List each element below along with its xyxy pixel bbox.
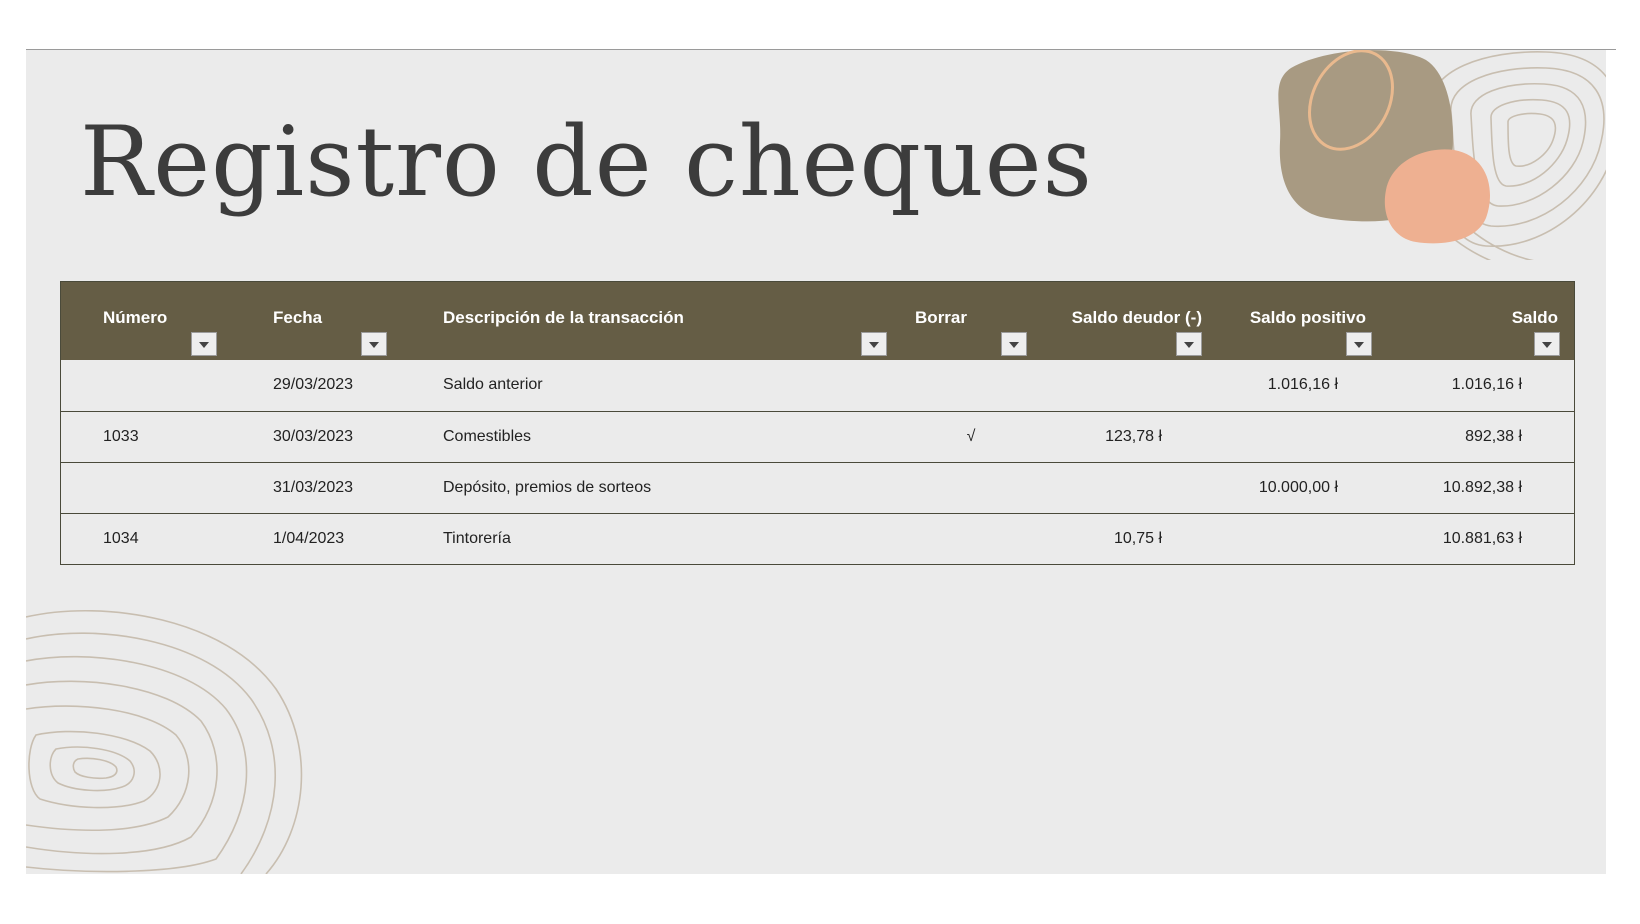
cell-description[interactable]: Saldo anterior (401, 360, 901, 411)
filter-dropdown-icon[interactable] (861, 332, 887, 356)
cell-balance[interactable]: 10.881,63 ł (1386, 514, 1574, 564)
column-header-balance[interactable]: Saldo (1386, 282, 1574, 360)
cell-debit[interactable]: 10,75 ł (1041, 514, 1216, 564)
column-header-label: Fecha (273, 308, 323, 327)
cell-date[interactable]: 1/04/2023 (231, 514, 401, 564)
cell-number[interactable]: 1034 (61, 514, 231, 564)
cell-description[interactable]: Comestibles (401, 412, 901, 462)
cell-date[interactable]: 30/03/2023 (231, 412, 401, 462)
filter-dropdown-icon[interactable] (191, 332, 217, 356)
table-header-row: Número Fecha Descripción de la transacci… (61, 282, 1574, 360)
cell-cleared[interactable] (901, 514, 1041, 564)
column-header-label: Descripción de la transacción (443, 308, 684, 327)
table-body: 29/03/2023 Saldo anterior 1.016,16 ł 1.0… (61, 360, 1574, 564)
column-header-label: Borrar (915, 308, 967, 327)
column-header-cleared[interactable]: Borrar (901, 282, 1041, 360)
table-row: 1033 30/03/2023 Comestibles √ 123,78 ł 8… (61, 411, 1574, 462)
cell-balance[interactable]: 1.016,16 ł (1386, 360, 1574, 411)
column-header-credit[interactable]: Saldo positivo (1216, 282, 1386, 360)
filter-dropdown-icon[interactable] (1346, 332, 1372, 356)
contour-lines-bottom (26, 609, 303, 874)
cell-cleared[interactable] (901, 463, 1041, 513)
cell-description[interactable]: Tintorería (401, 514, 901, 564)
cell-number[interactable] (61, 360, 231, 411)
column-header-date[interactable]: Fecha (231, 282, 401, 360)
table-row: 31/03/2023 Depósito, premios de sorteos … (61, 462, 1574, 513)
table-row: 1034 1/04/2023 Tintorería 10,75 ł 10.881… (61, 513, 1574, 564)
cell-date[interactable]: 29/03/2023 (231, 360, 401, 411)
filter-dropdown-icon[interactable] (1534, 332, 1560, 356)
cell-credit[interactable] (1216, 514, 1386, 564)
filter-dropdown-icon[interactable] (1176, 332, 1202, 356)
cell-number[interactable] (61, 463, 231, 513)
filter-dropdown-icon[interactable] (361, 332, 387, 356)
column-header-label: Saldo (1511, 308, 1558, 327)
table-row: 29/03/2023 Saldo anterior 1.016,16 ł 1.0… (61, 360, 1574, 411)
column-header-description[interactable]: Descripción de la transacción (401, 282, 901, 360)
column-header-label: Saldo deudor (-) (1071, 308, 1202, 327)
cell-credit[interactable]: 1.016,16 ł (1216, 360, 1386, 411)
cell-date[interactable]: 31/03/2023 (231, 463, 401, 513)
decorative-stones-graphic (1278, 50, 1606, 260)
check-register-table: Número Fecha Descripción de la transacci… (60, 281, 1575, 565)
cell-number[interactable]: 1033 (61, 412, 231, 462)
worksheet: Registro de cheques Número Fecha Descrip… (26, 50, 1606, 874)
filter-dropdown-icon[interactable] (1001, 332, 1027, 356)
cell-balance[interactable]: 892,38 ł (1386, 412, 1574, 462)
column-header-label: Número (103, 308, 168, 327)
cell-credit[interactable]: 10.000,00 ł (1216, 463, 1386, 513)
cell-description[interactable]: Depósito, premios de sorteos (401, 463, 901, 513)
cell-debit[interactable] (1041, 463, 1216, 513)
cell-debit[interactable]: 123,78 ł (1041, 412, 1216, 462)
column-header-label: Saldo positivo (1249, 308, 1366, 327)
column-header-number[interactable]: Número (61, 282, 231, 360)
cell-cleared[interactable]: √ (901, 412, 1041, 462)
cell-credit[interactable] (1216, 412, 1386, 462)
cell-cleared[interactable] (901, 360, 1041, 411)
column-header-debit[interactable]: Saldo deudor (-) (1041, 282, 1216, 360)
cell-balance[interactable]: 10.892,38 ł (1386, 463, 1574, 513)
cell-debit[interactable] (1041, 360, 1216, 411)
page-title: Registro de cheques (80, 106, 1093, 218)
